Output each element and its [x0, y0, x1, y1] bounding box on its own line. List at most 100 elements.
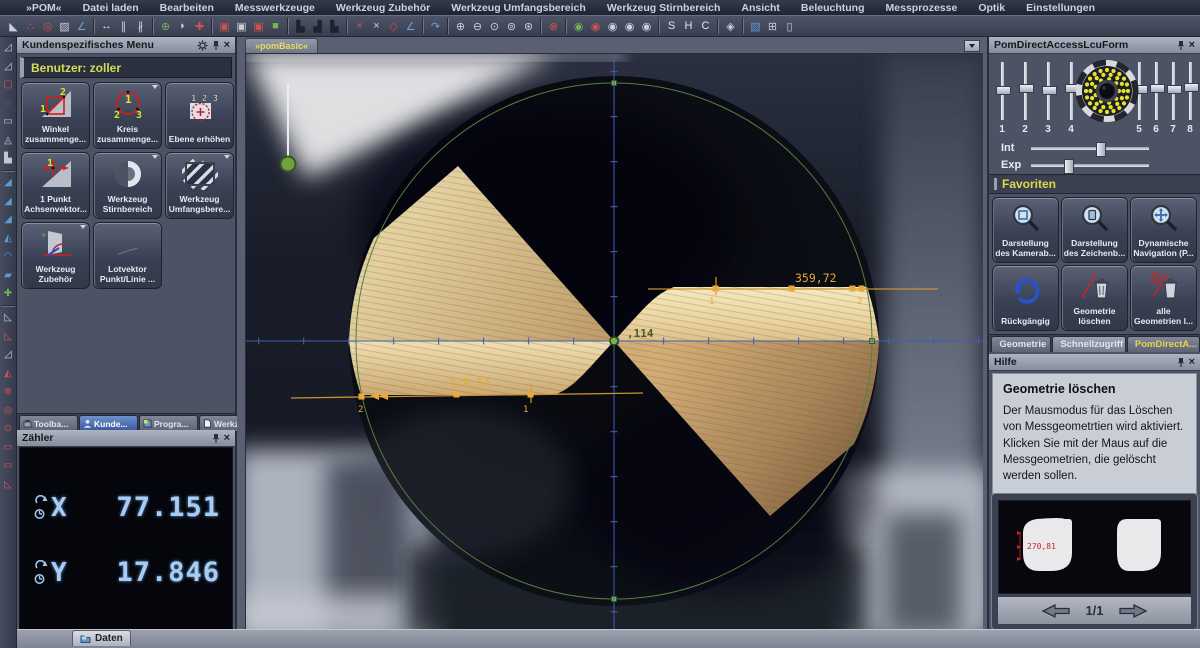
light-s-icon[interactable]: S — [663, 18, 680, 35]
tab-daten[interactable]: Daten — [72, 630, 131, 646]
tool-silhouette-1-icon[interactable]: ▙ — [292, 18, 309, 35]
menu-einstellungen[interactable]: Einstellungen — [1026, 2, 1095, 14]
light-slider-3[interactable]: 3 — [1040, 62, 1056, 140]
frame-corner-icon[interactable]: ▣ — [250, 18, 267, 35]
point-chain-icon[interactable]: ∴ — [22, 18, 39, 35]
menu-optik[interactable]: Optik — [978, 2, 1005, 14]
blue-slope-2-icon[interactable]: ◢ — [1, 194, 16, 209]
light-2-icon[interactable]: ◉ — [587, 18, 604, 35]
camera-viewport[interactable]: ,114 359,72 1 2 — [245, 53, 983, 631]
arc-tool-icon[interactable]: ↷ — [427, 18, 444, 35]
zoom-fit-icon[interactable]: ⊚ — [503, 18, 520, 35]
crossed-lines-icon[interactable]: ∦ — [132, 18, 149, 35]
next-page-button[interactable] — [1118, 603, 1148, 619]
menu-beleuchtung[interactable]: Beleuchtung — [801, 2, 865, 14]
center-crosshair-icon[interactable]: ⊕ — [157, 18, 174, 35]
circle-dot-icon[interactable]: ⊙ — [1, 421, 16, 436]
wedge-red-icon[interactable]: ◭ — [1, 366, 16, 381]
rueckgaengig-button[interactable]: Rückgängig — [992, 265, 1059, 331]
zoom-in-icon[interactable]: ⊕ — [452, 18, 469, 35]
block-3-icon[interactable]: ◺ — [1, 477, 16, 492]
window-copy-icon[interactable]: ⊞ — [764, 18, 781, 35]
step-tool-icon[interactable]: ▙ — [1, 151, 16, 166]
parallel-lines-icon[interactable]: ∥ — [115, 18, 132, 35]
ring-light-graphic[interactable] — [1074, 58, 1140, 124]
light-minus-icon[interactable]: ◉ — [621, 18, 638, 35]
polygon-icon[interactable]: ◇ — [385, 18, 402, 35]
blue-slope-1-icon[interactable]: ◢ — [1, 175, 16, 190]
winkel-zusammengesetzt-button[interactable]: 1 2 Winkelzusammenge... — [21, 82, 90, 149]
gray-slope-3-icon[interactable]: ◺ — [1, 310, 16, 325]
geometrie-loeschen-button[interactable]: Geometrielöschen — [1061, 265, 1128, 331]
diamond-mode-icon[interactable]: ◈ — [722, 18, 739, 35]
circle-dotted-icon[interactable]: ◌ — [1, 96, 16, 111]
tab-toolbar[interactable]: Toolba... — [19, 415, 78, 431]
close-icon[interactable]: × — [224, 433, 230, 443]
light-slider-6[interactable]: 6 — [1148, 62, 1164, 140]
menu-datei-laden[interactable]: Datei laden — [83, 2, 139, 14]
tab-schnellzugriff[interactable]: Schnellzugriff — [1052, 336, 1126, 352]
slope-tool-1-icon[interactable]: ◿ — [1, 40, 16, 55]
tab-programme[interactable]: Progra... — [139, 415, 198, 431]
blue-flag-icon[interactable]: ▰ — [1, 268, 16, 283]
camera-dropdown-button[interactable] — [964, 40, 980, 52]
light-slider-7[interactable]: 7 — [1165, 62, 1181, 140]
axis-arrow-icon[interactable]: ↔ — [98, 18, 115, 35]
point-edit-icon[interactable]: × — [368, 18, 385, 35]
tab-geometrie[interactable]: Geometrie — [991, 336, 1051, 352]
window-split-icon[interactable]: ▯ — [781, 18, 798, 35]
pin-icon[interactable] — [212, 433, 220, 444]
light-slider-2[interactable]: 2 — [1017, 62, 1033, 140]
werkzeug-zubehoer-button[interactable]: + WerkzeugZubehör — [21, 222, 90, 289]
circle-measure-icon[interactable]: ◎ — [39, 18, 56, 35]
zoom-cross-icon[interactable]: ⊗ — [545, 18, 562, 35]
menu-pom[interactable]: »POM« — [26, 2, 62, 14]
gray-slope-5-icon[interactable]: ◿ — [1, 347, 16, 362]
exp-slider[interactable] — [1031, 164, 1149, 167]
green-cross-icon[interactable]: ✚ — [1, 286, 16, 301]
plane-cross-icon[interactable]: ✚ — [191, 18, 208, 35]
tab-pomdirectaccess[interactable]: PomDirectA... — [1127, 336, 1200, 352]
rect-tool-icon[interactable]: ▭ — [1, 114, 16, 129]
tab-kundenmenu[interactable]: Kunde... — [79, 415, 138, 431]
point-delete-icon[interactable]: × — [351, 18, 368, 35]
circle-cross-icon[interactable]: ⊕ — [1, 384, 16, 399]
achsenvektor-button[interactable]: 1 1 PunktAchsenvektor... — [21, 152, 90, 219]
blue-peak-icon[interactable]: ◭ — [1, 231, 16, 246]
alle-geometrien-loeschen-button[interactable]: alleGeometrien l... — [1130, 265, 1197, 331]
angle-measure-icon[interactable]: ∠ — [73, 18, 90, 35]
slope-tool-2-icon[interactable]: ◿ — [1, 59, 16, 74]
close-icon[interactable]: × — [1189, 357, 1195, 367]
peak-tool-icon[interactable]: ◬ — [1, 133, 16, 148]
hatch-area-icon[interactable]: ▨ — [56, 18, 73, 35]
light-h-icon[interactable]: H — [680, 18, 697, 35]
measure-point-icon[interactable]: ◣ — [5, 18, 22, 35]
light-slider-8[interactable]: 8 — [1182, 62, 1198, 140]
zoom-out-icon[interactable]: ⊖ — [469, 18, 486, 35]
tool-silhouette-2-icon[interactable]: ▟ — [309, 18, 326, 35]
block-2-icon[interactable]: ▭ — [1, 458, 16, 473]
pin-icon[interactable] — [1177, 40, 1185, 51]
light-plus-icon[interactable]: ◉ — [604, 18, 621, 35]
pin-icon[interactable] — [212, 40, 220, 51]
circle-target-icon[interactable]: ◎ — [1, 403, 16, 418]
werkzeug-stirnbereich-button[interactable]: WerkzeugStirnbereich — [93, 152, 162, 219]
menu-werkzeug-stirnbereich[interactable]: Werkzeug Stirnbereich — [607, 2, 721, 14]
menu-werkzeug-zubehoer[interactable]: Werkzeug Zubehör — [336, 2, 430, 14]
tab-pombasic[interactable]: »pomBasic« — [245, 38, 318, 54]
zoom-all-icon[interactable]: ⊛ — [520, 18, 537, 35]
menu-messprozesse[interactable]: Messprozesse — [886, 2, 958, 14]
menu-werkzeug-umfangsbereich[interactable]: Werkzeug Umfangsbereich — [451, 2, 586, 14]
light-c-icon[interactable]: C — [697, 18, 714, 35]
blue-wave-icon[interactable]: ◠ — [1, 249, 16, 264]
pin-icon[interactable] — [1177, 357, 1185, 368]
werkzeug-umfangsbereich-button[interactable]: WerkzeugUmfangsbere... — [165, 152, 234, 219]
gray-slope-4-icon[interactable]: ◺ — [1, 329, 16, 344]
int-slider[interactable] — [1031, 147, 1149, 150]
crosshair-center-point[interactable] — [610, 337, 618, 345]
darstellung-kamerabild-button[interactable]: Darstellungdes Kamerab... — [992, 197, 1059, 263]
block-1-icon[interactable]: ▭ — [1, 440, 16, 455]
close-icon[interactable]: × — [1189, 40, 1195, 50]
frame-dot-icon[interactable]: ■ — [267, 18, 284, 35]
dynamische-navigation-button[interactable]: DynamischeNavigation (P... — [1130, 197, 1197, 263]
